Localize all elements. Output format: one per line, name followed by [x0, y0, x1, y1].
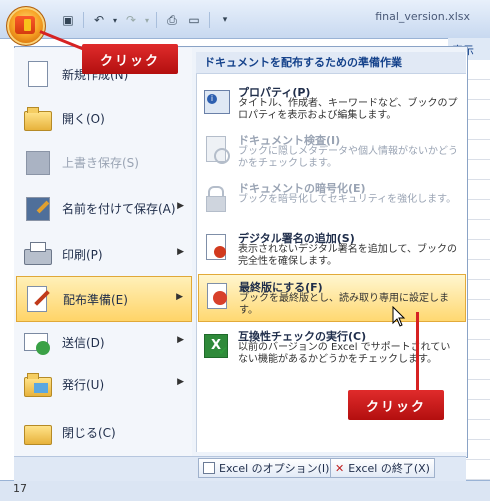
new-document-icon [22, 59, 52, 89]
menu-item-label: 上書き保存(S) [62, 155, 139, 170]
menu-item-label: 開く(O) [62, 111, 105, 126]
printer-icon [22, 239, 52, 269]
save-icon[interactable]: ▣ [58, 11, 78, 29]
menu-item-label: 送信(D) [62, 335, 105, 350]
compatibility-check-icon: X ✔ [204, 332, 230, 360]
menu-item-close[interactable]: 閉じる(C) [16, 410, 192, 454]
submenu-item-inspect-document[interactable]: ドキュメント検査(I) ブックに隠しメタデータや個人情報がないかどうかをチェック… [198, 128, 464, 174]
callout-pointer-line [416, 312, 419, 390]
prepare-icon [23, 284, 53, 314]
menu-item-label: 閉じる(C) [62, 425, 116, 440]
toolbar-separator [156, 12, 157, 28]
click-callout-office-button: クリック [82, 44, 178, 74]
customize-toolbar-icon[interactable]: ▾ [215, 11, 235, 29]
options-icon [203, 462, 215, 474]
submenu-item-properties[interactable]: i プロパティ(P) タイトル、作成者、キーワードなど、ブックのプロパティを表示… [198, 80, 464, 126]
submenu-arrow-icon: ▶ [177, 335, 184, 345]
undo-dropdown-icon[interactable]: ▾ [111, 11, 119, 29]
menu-item-prepare[interactable]: 配布準備(E) ▶ [16, 276, 192, 322]
submenu-item-digital-signature[interactable]: デジタル署名の追加(S) 表示されないデジタル署名を追加して、ブックの完全性を確… [198, 226, 464, 272]
window-title: final_version.xlsx [375, 10, 470, 23]
redo-dropdown-icon[interactable]: ▾ [143, 11, 151, 29]
exit-excel-label: Excel の終了(X) [348, 462, 430, 475]
submenu-arrow-icon: ▶ [177, 377, 184, 387]
menu-item-save-as[interactable]: 名前を付けて保存(A) ▶ [16, 186, 192, 230]
submenu-item-description: タイトル、作成者、キーワードなど、ブックのプロパティを表示および編集します。 [238, 98, 458, 121]
submenu-arrow-icon: ▶ [176, 292, 183, 302]
submenu-item-description: 表示されないデジタル署名を追加して、ブックの完全性を確保します。 [238, 244, 457, 267]
print-preview-icon[interactable]: ⎙ [162, 11, 182, 29]
menu-item-label: 印刷(P) [62, 247, 103, 262]
save-icon [22, 147, 52, 177]
row-header[interactable]: 17 [2, 482, 38, 498]
menu-item-publish[interactable]: 発行(U) ▶ [16, 362, 192, 406]
quick-access-toolbar: ▣ ↶ ▾ ↷ ▾ ⎙ ▭ ▾ [58, 10, 235, 30]
open-icon[interactable]: ▭ [184, 11, 204, 29]
toolbar-separator [209, 12, 210, 28]
publish-icon [22, 369, 52, 399]
menu-item-label: 名前を付けて保存(A) [62, 201, 176, 216]
menu-item-send[interactable]: 送信(D) ▶ [16, 320, 192, 364]
digital-signature-icon [204, 234, 230, 262]
close-icon: ✕ [335, 461, 345, 475]
submenu-heading: ドキュメントを配布するための準備作業 [196, 52, 466, 74]
click-callout-mark-final: クリック [348, 390, 444, 420]
excel-options-button[interactable]: Excel のオプション(I) [198, 458, 335, 478]
encrypt-lock-icon [204, 184, 230, 212]
excel-options-label: Excel のオプション(I) [219, 462, 330, 475]
save-as-icon [22, 193, 52, 223]
menu-item-label: 配布準備(E) [63, 292, 128, 307]
redo-icon[interactable]: ↷ [121, 11, 141, 29]
submenu-item-description: ブックを最終版とし、読み取り専用に設定します。 [239, 293, 449, 316]
submenu-item-mark-final[interactable]: 最終版にする(F) ブックを最終版とし、読み取り専用に設定します。 [198, 274, 466, 322]
menu-item-label: 発行(U) [62, 377, 105, 392]
close-folder-icon [22, 417, 52, 447]
submenu-arrow-icon: ▶ [177, 201, 184, 211]
submenu-item-description: ブックに隠しメタデータや個人情報がないかどうかをチェックします。 [238, 146, 458, 169]
mouse-cursor-icon [392, 306, 406, 327]
undo-icon[interactable]: ↶ [89, 11, 109, 29]
office-button[interactable] [6, 6, 46, 46]
inspect-document-icon [204, 136, 230, 164]
submenu-item-description: 以前のバージョンの Excel でサポートされていない機能があるかどうかをチェッ… [238, 342, 451, 365]
menu-item-print[interactable]: 印刷(P) ▶ [16, 232, 192, 276]
toolbar-separator [83, 12, 84, 28]
send-icon [22, 327, 52, 357]
properties-icon: i [204, 88, 230, 116]
menu-item-save[interactable]: 上書き保存(S) [16, 140, 192, 184]
sheet-row-area [0, 480, 490, 501]
submenu-item-description: ブックを暗号化してセキュリティを強化します。 [238, 194, 457, 205]
open-folder-icon [22, 103, 52, 133]
office-logo-icon [15, 16, 35, 34]
submenu-item-compatibility-check[interactable]: X ✔ 互換性チェックの実行(C) 以前のバージョンの Excel でサポートさ… [198, 324, 464, 370]
mark-final-icon [205, 283, 231, 311]
submenu-arrow-icon: ▶ [177, 247, 184, 257]
exit-excel-button[interactable]: ✕ Excel の終了(X) [330, 458, 435, 478]
submenu-item-encrypt[interactable]: ドキュメントの暗号化(E) ブックを暗号化してセキュリティを強化します。 [198, 176, 464, 222]
menu-item-open[interactable]: 開く(O) [16, 96, 192, 140]
